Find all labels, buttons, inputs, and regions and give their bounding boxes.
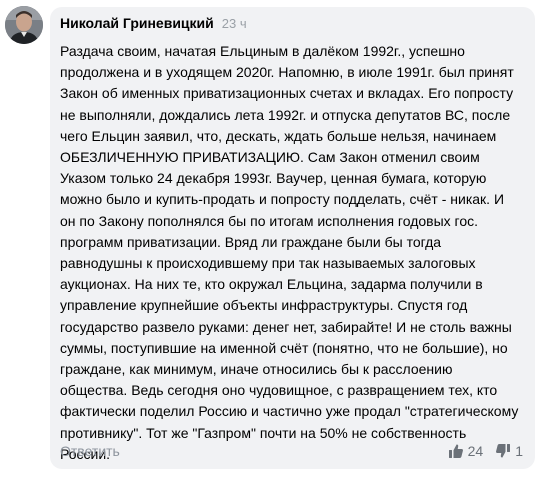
thumbs-down-icon — [496, 444, 511, 458]
votes: 24 1 — [448, 443, 523, 459]
like-button[interactable]: 24 — [448, 443, 484, 459]
dislike-count: 1 — [515, 443, 523, 459]
author-name[interactable]: Николай Гриневицкий — [60, 15, 214, 31]
avatar-image — [5, 6, 43, 44]
comment-line: аукционах. На них те, кто окружал Ельцин… — [60, 276, 483, 293]
comment-line: чего Ельцин заявил, что, дескать, ждать … — [60, 127, 497, 144]
comment-line: он по Закону пополнялся бы по итогам исп… — [60, 212, 479, 229]
comment-line: продолжена и в уходящем 2020г. Напомню, … — [60, 64, 514, 81]
comment-header: Николай Гриневицкий 23 ч — [60, 15, 525, 35]
comment-line: программ приватизации. Вряд ли граждане … — [60, 233, 442, 250]
comment-text: Раздача своим, начатая Ельциным в далёко… — [60, 41, 520, 465]
comment-line: государство развело руками: денег нет, з… — [60, 318, 512, 335]
avatar[interactable] — [5, 6, 43, 44]
thumbs-up-icon — [448, 444, 463, 458]
comment-time[interactable]: 23 ч — [222, 16, 247, 31]
comment-line: равнодушны к происходившему при так назы… — [60, 255, 476, 272]
like-count: 24 — [467, 443, 484, 459]
comment-line: суммы, поступившие на именной счёт (поня… — [60, 339, 508, 356]
comment-line: общества. Ведь сегодня оно чудовищное, с… — [60, 382, 498, 399]
comment-line: можно было и купить-продать и попросту п… — [60, 191, 505, 208]
comment-line: Закон об именных приватизационных счетах… — [60, 85, 514, 102]
comment-line: не выполняли, дождались лета 1992г. и от… — [60, 106, 511, 123]
comment-line: управление крупнейшие объекты инфраструк… — [60, 297, 468, 314]
comment-line: ОБЕЗЛИЧЕННУЮ ПРИВАТИЗАЦИЮ. Сам Закон отм… — [60, 149, 480, 166]
comment-line: Раздача своим, начатая Ельциным в далёко… — [60, 43, 465, 59]
comment-line: фактически поделил Россию и частично уже… — [60, 403, 519, 420]
comment-footer: Ответить 24 1 — [60, 441, 523, 461]
comment-line: граждане, как минимум, иначе относились … — [60, 361, 453, 378]
comment-line: Указом только 24 декабря 1993г. Ваучер, … — [60, 170, 487, 187]
reply-button[interactable]: Ответить — [60, 443, 120, 459]
comment-bubble: Николай Гриневицкий 23 ч Раздача своим, … — [50, 7, 535, 469]
dislike-button[interactable]: 1 — [495, 443, 523, 459]
